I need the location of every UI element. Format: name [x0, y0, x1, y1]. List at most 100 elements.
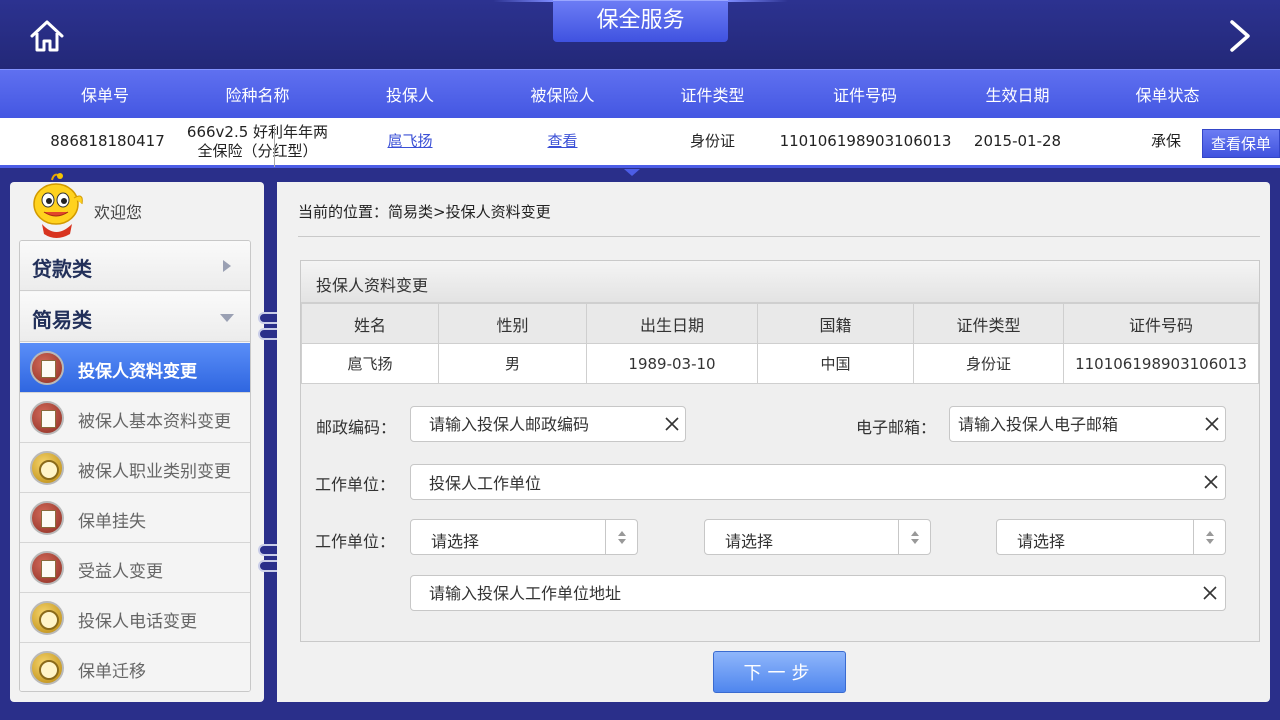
policy-no: 886818180417	[50, 132, 165, 150]
insured-view-link[interactable]: 查看	[547, 132, 577, 151]
notepad-icon	[30, 501, 64, 535]
clear-icon[interactable]	[1203, 474, 1219, 490]
category-simple-label: 简易类	[32, 308, 92, 332]
sidebar-item-label: 被保人基本资料变更	[78, 412, 231, 432]
cell-birth-date: 1989-03-10	[586, 343, 758, 384]
policy-status: 承保	[1150, 132, 1181, 150]
clear-icon[interactable]	[1202, 585, 1218, 601]
news-icon	[30, 551, 64, 585]
sidebar-item-policy-loss[interactable]: 保单挂失	[20, 493, 250, 543]
cell-name: 扈飞扬	[301, 343, 439, 384]
category-loans-label: 贷款类	[32, 257, 92, 281]
sidebar-item-label: 投保人资料变更	[78, 362, 197, 382]
th-gender: 性别	[438, 303, 587, 344]
policy-id-no: 110106198903106013	[779, 132, 952, 150]
applicant-link[interactable]: 扈飞扬	[387, 132, 432, 151]
caret-down-icon	[624, 169, 640, 176]
category-simple[interactable]: 简易类	[20, 292, 250, 342]
sidebar-item-label: 被保人职业类别变更	[78, 462, 231, 482]
province-select[interactable]: 请选择	[410, 519, 638, 555]
sidebar-item-phone[interactable]: 投保人电话变更	[20, 593, 250, 643]
th-name: 姓名	[301, 303, 439, 344]
work-address-input[interactable]	[429, 576, 1189, 610]
policy-id-type: 身份证	[689, 132, 735, 150]
clear-icon[interactable]	[664, 416, 680, 432]
clear-icon[interactable]	[1204, 416, 1220, 432]
postal-code-label: 邮政编码：	[316, 418, 397, 437]
col-status: 保单状态	[1135, 86, 1200, 105]
sidebar-item-label: 保单挂失	[78, 512, 146, 532]
cell-gender: 男	[438, 343, 587, 384]
caret-right-icon	[223, 260, 231, 272]
mascot-icon	[33, 173, 83, 238]
cell-id-type: 身份证	[913, 343, 1064, 384]
work-address-label: 工作单位：	[315, 532, 396, 551]
policy-row: 886818180417 666v2.5 好利年年两 全保险（分红型） 扈飞扬 …	[0, 118, 1280, 168]
news-icon	[30, 401, 64, 435]
email-field	[949, 406, 1226, 442]
sidebar-item-insured-info[interactable]: 被保人基本资料变更	[20, 393, 250, 443]
work-address-field	[410, 575, 1226, 611]
select-arrows-icon	[898, 520, 930, 554]
view-policy-button[interactable]: 查看保单	[1202, 129, 1280, 158]
postal-code-field	[410, 406, 686, 442]
clock-icon	[30, 601, 64, 635]
email-input[interactable]	[958, 407, 1198, 441]
th-birth-date: 出生日期	[586, 303, 758, 344]
sidebar-item-applicant-info[interactable]: 投保人资料变更	[20, 343, 250, 393]
applicant-info-table: 姓名 性别 出生日期 国籍 证件类型 证件号码 扈飞扬 男 1989-03-10…	[301, 303, 1259, 384]
city-select[interactable]: 请选择	[704, 519, 931, 555]
col-applicant: 投保人	[385, 86, 434, 105]
sidebar-item-occupation[interactable]: 被保人职业类别变更	[20, 443, 250, 493]
col-id-no: 证件号码	[832, 86, 897, 105]
notepad-icon	[30, 351, 64, 385]
sidebar-item-label: 受益人变更	[78, 562, 163, 582]
form-title: 投保人资料变更	[316, 276, 429, 295]
cell-nationality: 中国	[757, 343, 914, 384]
breadcrumb: 当前的位置：简易类>投保人资料变更	[298, 203, 551, 221]
welcome-text: 欢迎您	[94, 203, 143, 222]
col-id-type: 证件类型	[680, 86, 745, 105]
product-name-line1: 666v2.5 好利年年两	[186, 122, 329, 141]
email-label: 电子邮箱：	[856, 418, 937, 437]
city-select-value: 请选择	[725, 532, 774, 551]
page-title: 保全服务	[493, 0, 728, 42]
policy-table-header: 保单号 险种名称 投保人 被保险人 证件类型 证件号码 生效日期 保单状态	[0, 69, 1280, 118]
cell-id-no: 110106198903106013	[1063, 343, 1259, 384]
sidebar-item-beneficiary[interactable]: 受益人变更	[20, 543, 250, 593]
sidebar-item-label: 保单迁移	[78, 662, 146, 682]
product-name: 666v2.5 好利年年两 全保险（分红型）	[180, 118, 335, 165]
sidebar-item-migration[interactable]: 保单迁移	[20, 643, 250, 691]
table-header-row: 姓名 性别 出生日期 国籍 证件类型 证件号码	[301, 303, 1259, 344]
work-unit-input[interactable]	[429, 465, 1189, 499]
select-arrows-icon	[605, 520, 637, 554]
product-name-line2: 全保险（分红型）	[197, 141, 318, 160]
work-unit-label: 工作单位：	[315, 475, 396, 494]
district-select[interactable]: 请选择	[996, 519, 1226, 555]
category-loans[interactable]: 贷款类	[20, 241, 250, 291]
caret-down-icon	[220, 314, 234, 322]
province-select-value: 请选择	[431, 532, 480, 551]
th-id-no: 证件号码	[1063, 303, 1259, 344]
clock-icon	[30, 651, 64, 685]
col-policy-no: 保单号	[80, 86, 129, 105]
col-effective-date: 生效日期	[985, 86, 1050, 105]
work-unit-field	[410, 464, 1226, 500]
th-nationality: 国籍	[757, 303, 914, 344]
home-icon[interactable]	[28, 18, 66, 54]
district-select-value: 请选择	[1017, 532, 1066, 551]
divider-line	[298, 236, 1260, 237]
next-step-button[interactable]: 下一步	[713, 651, 846, 693]
effective-date: 2015-01-28	[973, 132, 1062, 150]
chevron-right-icon[interactable]	[1222, 18, 1258, 54]
th-id-type: 证件类型	[913, 303, 1064, 344]
table-row: 扈飞扬 男 1989-03-10 中国 身份证 1101061989031060…	[301, 343, 1259, 384]
column-divider	[274, 127, 275, 167]
sidebar-item-label: 投保人电话变更	[78, 612, 197, 632]
select-arrows-icon	[1193, 520, 1225, 554]
col-product: 险种名称	[225, 86, 290, 105]
panel-divider	[272, 182, 276, 702]
postal-code-input[interactable]	[429, 407, 659, 441]
clock-icon	[30, 451, 64, 485]
sidebar-menu: 贷款类 简易类 投保人资料变更 被保人基本资料变更 被保人职业类别变更 保单挂失…	[19, 240, 251, 692]
